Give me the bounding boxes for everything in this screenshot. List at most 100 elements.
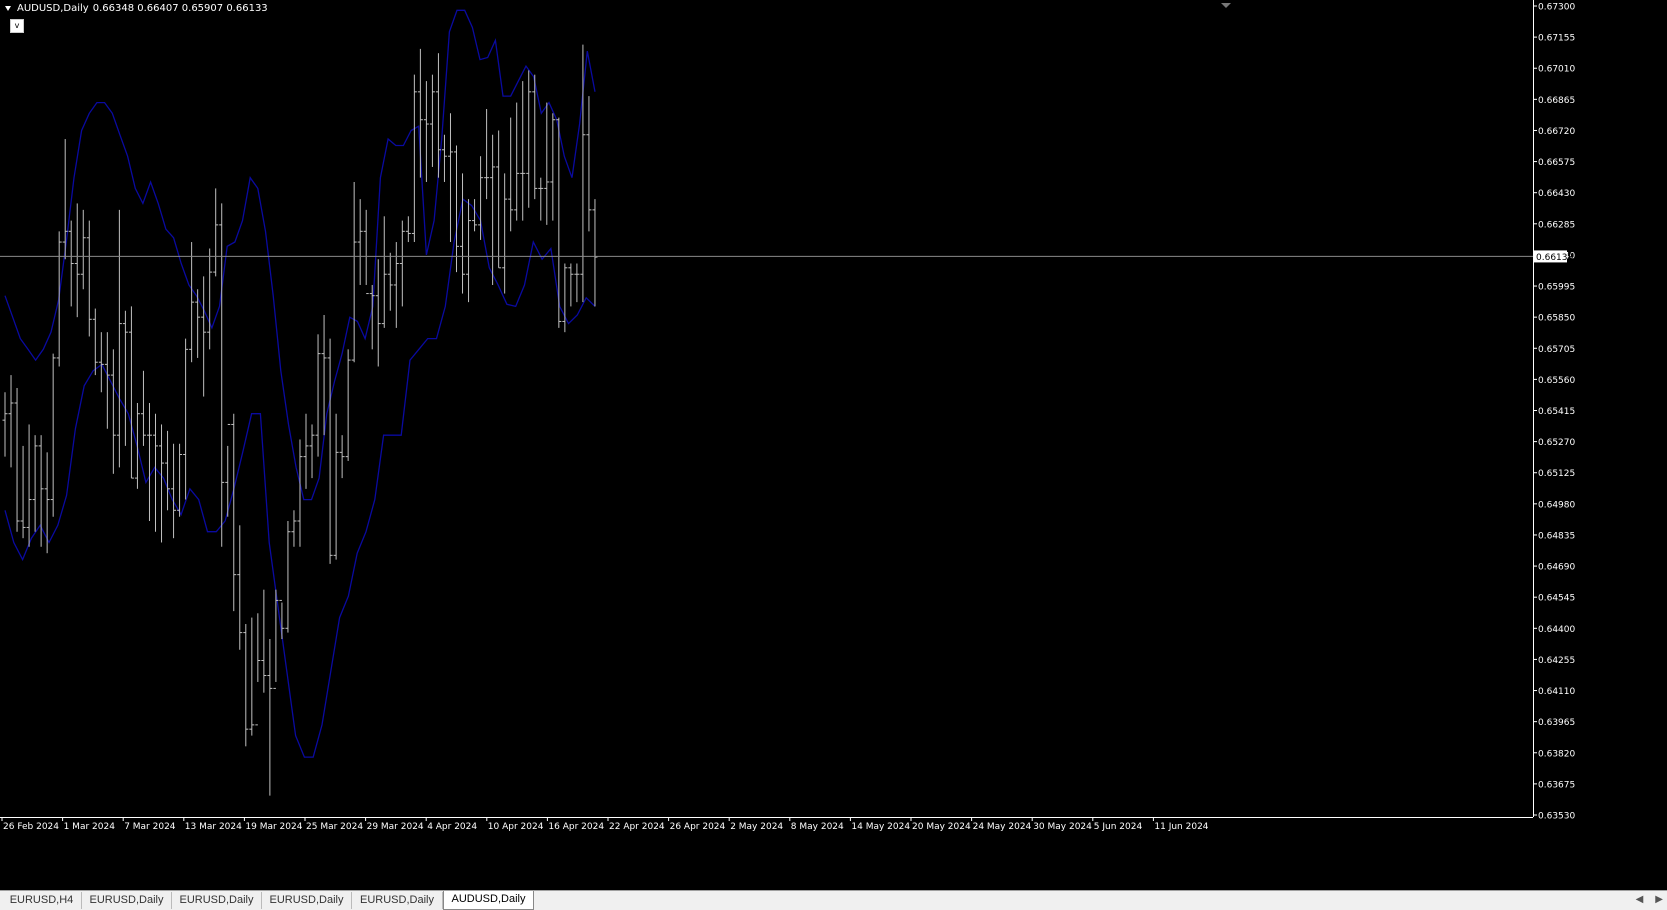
price-tick-label: 0.64690 — [1538, 563, 1575, 573]
ohlc-bar — [466, 199, 472, 303]
current-price-label: 0.66133 — [1536, 253, 1573, 263]
ohlc-bar — [508, 117, 514, 232]
ohlc-bar — [20, 445, 26, 539]
ohlc-bar — [243, 624, 249, 747]
ohlc-bar — [8, 375, 14, 468]
price-tick-label: 0.66865 — [1538, 96, 1575, 106]
tab-eurusd-daily-2[interactable]: EURUSD,Daily — [172, 892, 262, 909]
ohlc-bar — [538, 177, 544, 221]
ohlc-bar — [26, 424, 32, 547]
ohlc-bar — [502, 173, 508, 294]
date-tick-label: 4 Apr 2024 — [427, 822, 477, 832]
price-tick-label: 0.66720 — [1538, 127, 1575, 137]
dropdown-triangle-icon[interactable] — [5, 6, 11, 11]
date-tick-label: 5 Jun 2024 — [1094, 822, 1143, 832]
ohlc-bar — [303, 413, 309, 489]
chart-window[interactable]: 0.67300 0.67155 0.67010 0.66865 0.66720 0.665… — [0, 0, 1667, 890]
price-tick-label: 0.65125 — [1538, 469, 1575, 479]
ohlc-bar — [261, 589, 267, 693]
ohlc-bar — [231, 413, 237, 612]
ohlc-readout: 0.66348 0.66407 0.65907 0.66133 — [92, 3, 268, 14]
ohlc-bar — [387, 252, 393, 311]
ohlc-bar — [171, 443, 177, 539]
ohlc-bars — [2, 44, 598, 796]
ohlc-bar — [315, 334, 321, 457]
chart-shift-marker-icon[interactable] — [1221, 3, 1231, 8]
ohlc-bar — [399, 220, 405, 307]
price-tick-label: 0.64980 — [1538, 500, 1575, 510]
ohlc-bar — [429, 74, 435, 167]
ohlc-bar — [92, 308, 98, 376]
price-tick-label: 0.63820 — [1538, 749, 1575, 759]
ohlc-bar — [345, 349, 351, 461]
ohlc-bar — [405, 216, 411, 243]
ohlc-bar — [249, 617, 255, 736]
ohlc-bar — [128, 306, 134, 479]
ohlc-bar — [544, 102, 550, 225]
ohlc-bar — [514, 102, 520, 221]
price-tick-label: 0.67300 — [1538, 3, 1575, 13]
one-click-trading-toggle[interactable]: v — [10, 19, 24, 33]
tab-audusd-daily[interactable]: AUDUSD,Daily — [443, 891, 534, 910]
ohlc-bar — [556, 117, 562, 328]
ohlc-bar — [110, 349, 116, 474]
ohlc-bar — [447, 113, 453, 243]
date-tick-label: 7 Mar 2024 — [124, 822, 176, 832]
tab-eurusd-daily-4[interactable]: EURUSD,Daily — [352, 892, 443, 909]
ohlc-bar — [183, 338, 189, 500]
ohlc-bar — [291, 510, 297, 547]
tab-eurusd-daily-1[interactable]: EURUSD,Daily — [82, 892, 172, 909]
ohlc-bar — [411, 74, 417, 243]
ohlc-bar — [86, 220, 92, 337]
date-tick-label: 24 May 2024 — [973, 822, 1032, 832]
date-tick-label: 11 Jun 2024 — [1154, 822, 1208, 832]
upper-band-line — [4, 9, 596, 501]
price-tick-label: 0.65850 — [1538, 314, 1575, 324]
ohlc-bar — [189, 242, 195, 363]
symbol-title: AUDUSD,Daily — [17, 3, 89, 14]
ohlc-bar — [207, 248, 213, 350]
ohlc-bar — [267, 639, 273, 796]
date-tick-label: 22 Apr 2024 — [609, 822, 665, 832]
ohlc-bar — [490, 134, 496, 285]
ohlc-bar — [134, 402, 140, 489]
ohlc-bar — [526, 70, 532, 208]
tab-scroll-left-icon[interactable]: ◀ — [1636, 894, 1644, 905]
ohlc-bar — [472, 199, 478, 232]
ohlc-bar — [562, 263, 568, 333]
ohlc-bar — [255, 613, 261, 726]
tab-eurusd-h4[interactable]: EURUSD,H4 — [2, 892, 82, 909]
date-tick-label: 10 Apr 2024 — [488, 822, 544, 832]
ohlc-bar — [177, 443, 183, 517]
ohlc-bar — [68, 220, 74, 307]
symbol-header: AUDUSD,Daily 0.66348 0.66407 0.65907 0.6… — [5, 3, 268, 14]
tab-scroll-right-icon[interactable]: ▶ — [1655, 894, 1663, 905]
price-tick-label: 0.65705 — [1538, 345, 1575, 355]
ohlc-bar — [423, 81, 429, 182]
ohlc-bar — [454, 145, 459, 273]
ohlc-bar — [195, 289, 201, 358]
date-tick-label: 26 Feb 2024 — [3, 822, 59, 832]
time-axis[interactable]: 26 Feb 2024 1 Mar 2024 7 Mar 2024 13 Mar 20… — [0, 817, 1533, 832]
date-tick-label: 25 Mar 2024 — [306, 822, 363, 832]
price-axis[interactable]: 0.67300 0.67155 0.67010 0.66865 0.66720 0.665… — [1533, 0, 1575, 822]
date-tick-label: 14 May 2024 — [851, 822, 910, 832]
ohlc-bar — [2, 392, 8, 457]
ohlc-bar — [32, 435, 38, 532]
tab-eurusd-daily-3[interactable]: EURUSD,Daily — [262, 892, 352, 909]
bollinger-bands — [4, 9, 596, 758]
ohlc-bar — [460, 173, 466, 294]
price-tick-label: 0.64835 — [1538, 531, 1575, 541]
price-chart[interactable]: 0.67300 0.67155 0.67010 0.66865 0.66720 0.665… — [0, 0, 1667, 890]
ohlc-bar — [213, 188, 219, 277]
ohlc-bar — [357, 199, 363, 285]
date-tick-label: 13 Mar 2024 — [185, 822, 242, 832]
ohlc-bar — [484, 109, 490, 200]
ohlc-bar — [98, 332, 104, 393]
ohlc-bar — [56, 231, 62, 367]
ohlc-bar — [393, 242, 399, 328]
price-tick-label: 0.66430 — [1538, 189, 1575, 199]
price-tick-label: 0.67010 — [1538, 65, 1575, 75]
ohlc-bar — [74, 203, 80, 318]
ohlc-bar — [80, 209, 86, 290]
